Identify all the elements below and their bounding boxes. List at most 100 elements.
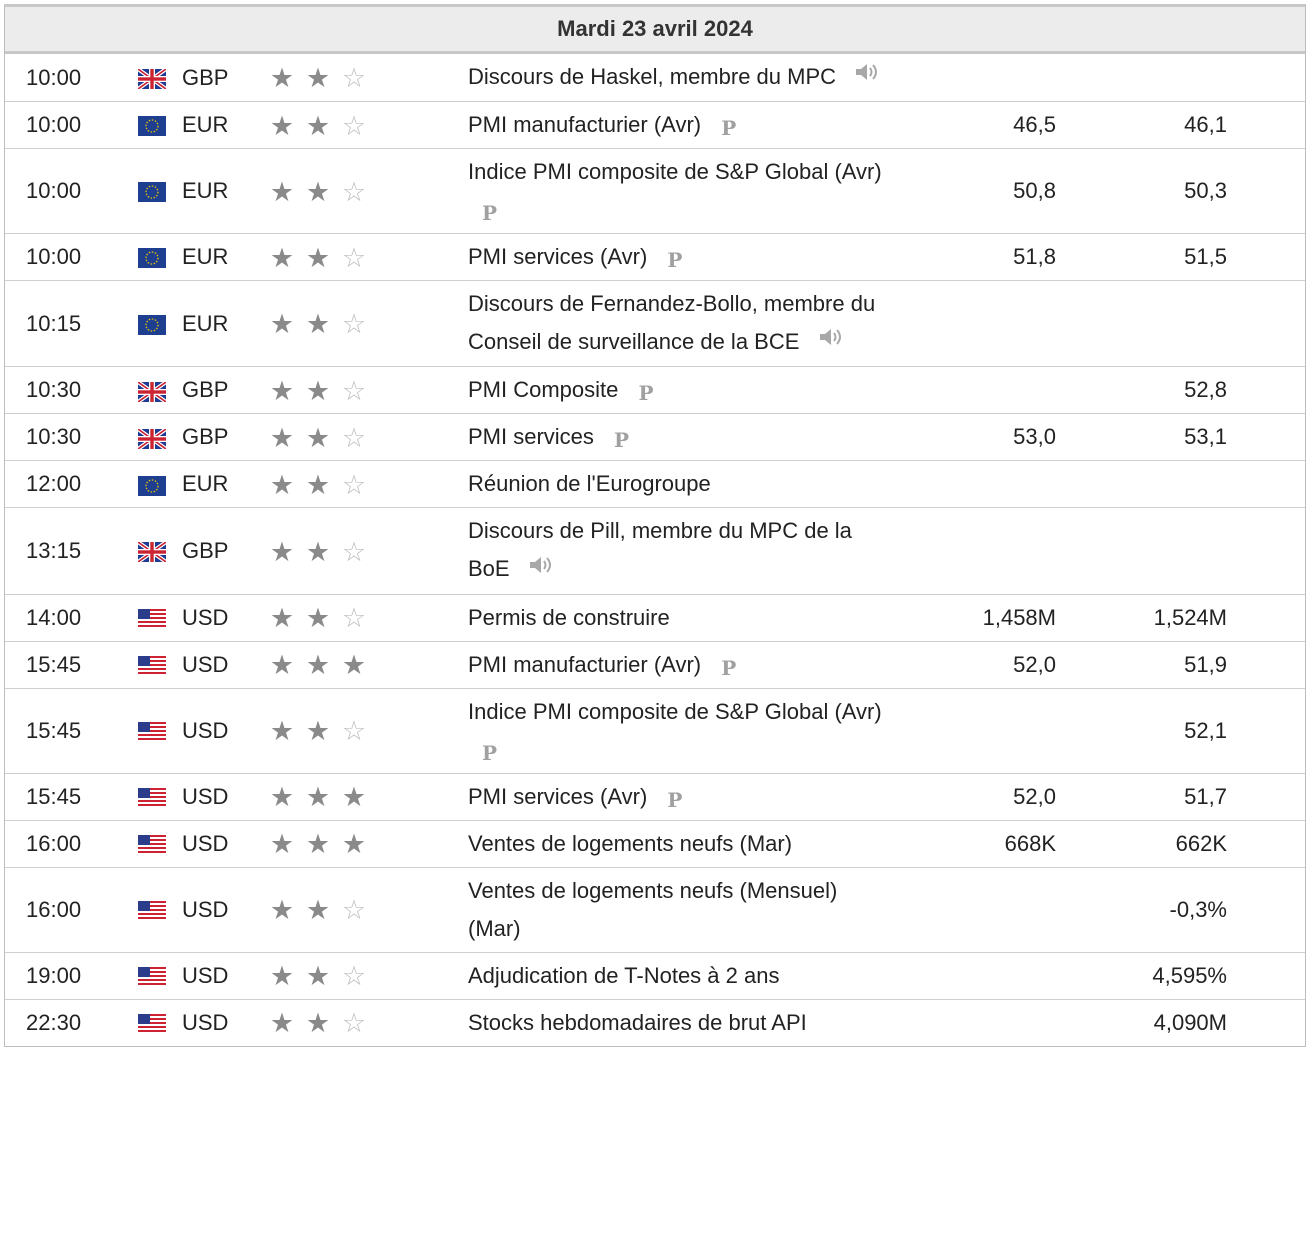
event-currency: USD [138,867,264,953]
star-filled-icon: ★ [269,176,295,207]
event-row[interactable]: 10:00 EUR ★ ★ ☆ PMI manufacturier (Avr) P … [5,101,1305,150]
star-filled-icon: ★ [305,375,331,406]
event-title[interactable]: Discours de Fernandez-Bollo, membre du C… [468,291,875,354]
event-time: 13:15 [5,507,138,595]
event-row[interactable]: 10:30 GBP ★ ★ ☆ PMI services P 53,0 53,1 [5,413,1305,462]
event-title[interactable]: Stocks hebdomadaires de brut API [468,1010,807,1035]
eu-flag-icon [138,248,166,269]
speaker-icon[interactable] [818,322,844,360]
speaker-icon[interactable] [528,550,554,588]
event-title[interactable]: Ventes de logements neufs (Mensuel) (Mar… [468,878,837,941]
event-row[interactable]: 12:00 EUR ★ ★ ☆ Réunion de l'Eurogroupe [5,460,1305,509]
event-title-cell[interactable]: Stocks hebdomadaires de brut API [468,999,888,1046]
event-title-cell[interactable]: Réunion de l'Eurogroupe [468,460,888,509]
event-title-cell[interactable]: PMI manufacturier (Avr) P [468,101,888,150]
event-title-cell[interactable]: Indice PMI composite de S&P Global (Avr)… [468,688,888,774]
event-title-cell[interactable]: Discours de Haskel, membre du MPC [468,54,888,103]
event-title-cell[interactable]: Adjudication de T-Notes à 2 ans [468,952,888,1000]
event-row[interactable]: 19:00 USD ★ ★ ☆ Adjudication de T-Notes à … [5,952,1305,1000]
eu-flag-icon [138,116,166,137]
event-title[interactable]: PMI services (Avr) [468,784,647,809]
currency-code: USD [182,783,229,809]
star-filled-icon: ★ [305,650,331,681]
event-title-cell[interactable]: Discours de Pill, membre du MPC de la Bo… [468,507,888,595]
star-filled-icon: ★ [305,536,331,567]
currency-code: EUR [182,244,229,270]
event-forecast: 4,595% [1074,952,1243,1000]
currency-code: EUR [182,112,229,138]
event-title-cell[interactable]: PMI services (Avr) P [468,773,888,821]
currency-code: USD [182,604,229,630]
event-previous [1243,54,1305,103]
event-title-cell[interactable]: PMI services P [468,413,888,462]
star-filled-icon: ★ [269,536,295,567]
star-filled-icon: ★ [305,469,331,500]
star-filled-icon: ★ [305,110,331,141]
event-row[interactable]: 13:15 GBP ★ ★ ☆ Discours de Pill, membre d… [5,507,1305,595]
event-title-cell[interactable]: PMI services (Avr) P [468,233,888,282]
event-title-cell[interactable]: Ventes de logements neufs (Mensuel) (Mar… [468,867,888,953]
event-row[interactable]: 22:30 USD ★ ★ ☆ Stocks hebdomadaires de br… [5,999,1305,1046]
event-row[interactable]: 10:00 GBP ★ ★ ☆ Discours de Haskel, membre… [5,54,1305,103]
event-row[interactable]: 10:00 EUR ★ ★ ☆ Indice PMI composite de S&… [5,148,1305,235]
event-row[interactable]: 15:45 USD ★ ★ ☆ Indice PMI composite de S&… [5,688,1305,774]
event-title[interactable]: Discours de Haskel, membre du MPC [468,64,836,89]
event-importance: ★ ★ ☆ [264,460,468,509]
event-title-cell[interactable]: Ventes de logements neufs (Mar) [468,820,888,868]
event-title[interactable]: Adjudication de T-Notes à 2 ans [468,963,779,988]
event-previous [1243,952,1305,1000]
event-title[interactable]: Indice PMI composite de S&P Global (Avr) [468,699,882,724]
event-row[interactable]: 10:15 EUR ★ ★ ☆ Discours de Fernandez-Boll… [5,280,1305,368]
event-title[interactable]: PMI services [468,424,594,449]
event-title[interactable]: Ventes de logements neufs (Mar) [468,831,792,856]
event-row[interactable]: 16:00 USD ★ ★ ☆ Ventes de logements neufs … [5,867,1305,953]
event-title-cell[interactable]: Discours de Fernandez-Bollo, membre du C… [468,280,888,368]
event-time: 10:30 [5,366,138,415]
event-currency: USD [138,688,264,774]
currency-code: EUR [182,310,229,336]
event-row[interactable]: 15:45 USD ★ ★ ★ PMI manufacturier (Avr) P … [5,641,1305,689]
event-row[interactable]: 15:45 USD ★ ★ ★ PMI services (Avr) P 52,0 … [5,773,1305,821]
event-forecast: 50,3 [1074,148,1243,235]
date-header: Mardi 23 avril 2024 [5,7,1305,54]
event-title-cell[interactable]: PMI manufacturier (Avr) P [468,641,888,689]
event-time: 15:45 [5,641,138,689]
event-actual [888,952,1074,1000]
event-title[interactable]: PMI manufacturier (Avr) [468,652,701,677]
event-title[interactable]: Réunion de l'Eurogroupe [468,471,711,496]
event-title[interactable]: Permis de construire [468,605,670,630]
star-empty-icon: ☆ [341,63,367,94]
eu-flag-icon [138,475,166,496]
event-title[interactable]: Indice PMI composite de S&P Global (Avr) [468,159,882,184]
event-title-cell[interactable]: Permis de construire [468,594,888,642]
event-row[interactable]: 16:00 USD ★ ★ ★ Ventes de logements neufs … [5,820,1305,868]
currency-code: USD [182,1009,229,1035]
uk-flag-icon [138,542,166,563]
event-row[interactable]: 10:30 GBP ★ ★ ☆ PMI Composite P 52,8 [5,366,1305,415]
currency-code: GBP [182,377,229,403]
star-filled-icon: ★ [269,603,295,634]
star-empty-icon: ☆ [341,309,367,340]
event-title-cell[interactable]: PMI Composite P [468,366,888,415]
event-forecast: 51,7 [1074,773,1243,821]
event-title[interactable]: Discours de Pill, membre du MPC de la Bo… [468,518,852,581]
event-time: 19:00 [5,952,138,1000]
event-title[interactable]: PMI services (Avr) [468,244,647,269]
speaker-icon[interactable] [854,57,880,95]
event-title[interactable]: PMI manufacturier (Avr) [468,112,701,137]
event-title-cell[interactable]: Indice PMI composite de S&P Global (Avr)… [468,148,888,235]
star-filled-icon: ★ [269,110,295,141]
star-empty-icon: ☆ [341,603,367,634]
event-importance: ★ ★ ☆ [264,867,468,953]
event-previous [1243,773,1305,821]
event-row[interactable]: 14:00 USD ★ ★ ☆ Permis de construire 1,458… [5,594,1305,642]
star-filled-icon: ★ [305,1008,331,1039]
event-currency: EUR [138,460,264,509]
event-forecast [1074,54,1243,103]
event-title[interactable]: PMI Composite [468,377,618,402]
event-time: 14:00 [5,594,138,642]
event-previous [1243,688,1305,774]
event-row[interactable]: 10:00 EUR ★ ★ ☆ PMI services (Avr) P 51,8 … [5,233,1305,282]
event-actual [888,999,1074,1046]
event-importance: ★ ★ ☆ [264,952,468,1000]
